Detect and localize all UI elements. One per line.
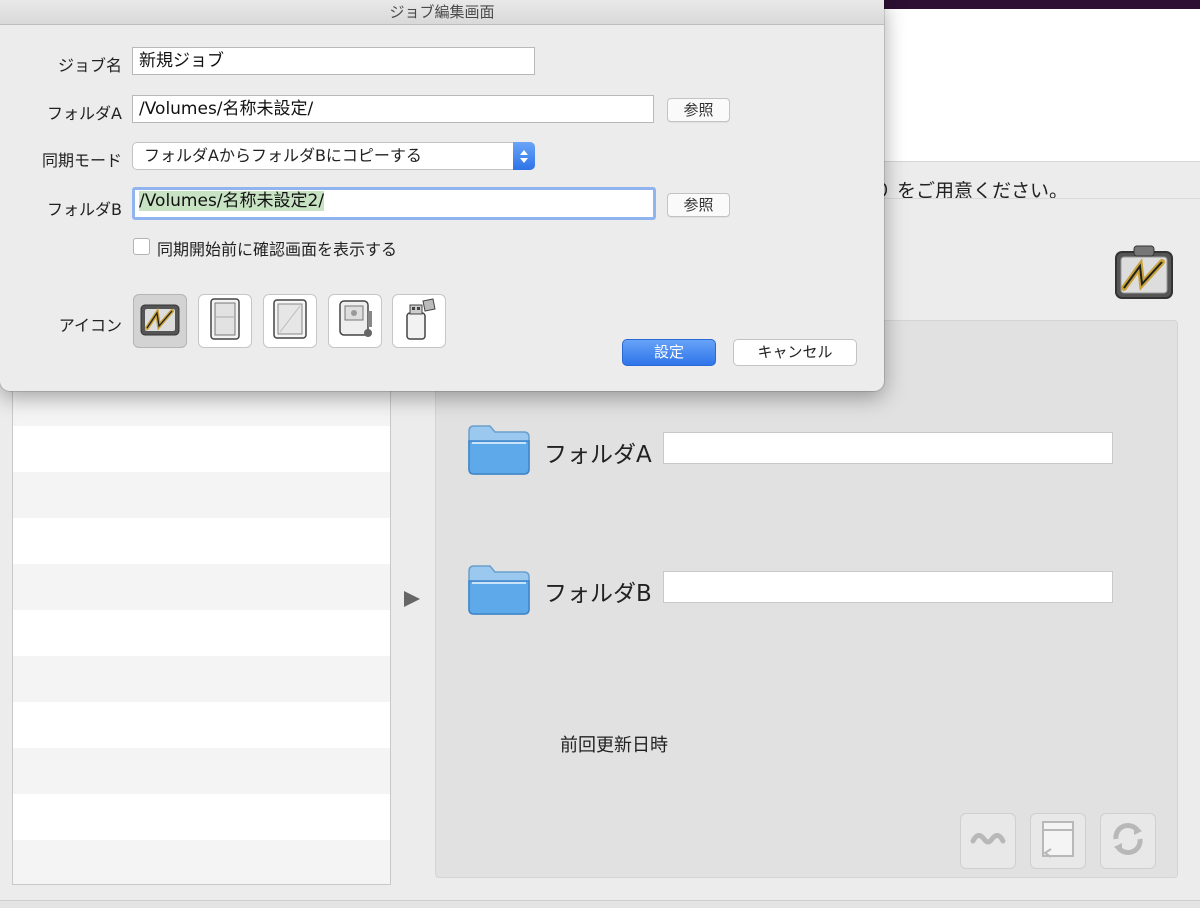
job-name-field[interactable]: 新規ジョブ <box>132 47 535 75</box>
confirm-checkbox[interactable] <box>133 238 150 255</box>
external-drive-icon <box>207 297 243 345</box>
log-tool-button[interactable] <box>1030 813 1086 869</box>
folder-a-label: フォルダA <box>544 442 652 468</box>
sync-icon <box>1108 819 1148 863</box>
folder-b-field[interactable]: /Volumes/名称未設定2/ <box>132 187 656 220</box>
chevron-updown-icon <box>513 142 535 170</box>
list-item[interactable] <box>13 472 390 518</box>
icon-option-sync-app[interactable] <box>133 294 187 348</box>
dialog-title: ジョブ編集画面 <box>0 0 884 25</box>
instruction-text: り をご用意ください。 <box>872 180 1069 202</box>
list-item[interactable] <box>13 840 390 884</box>
folder-a-field[interactable] <box>663 432 1113 464</box>
job-list[interactable] <box>12 380 391 885</box>
list-item[interactable] <box>13 702 390 748</box>
list-item[interactable] <box>13 748 390 794</box>
list-item[interactable] <box>13 518 390 564</box>
link-tool-button[interactable] <box>960 813 1016 869</box>
server-drive-icon <box>335 297 375 345</box>
list-item[interactable] <box>13 794 390 840</box>
divider <box>884 198 1200 199</box>
hard-disk-icon <box>270 297 310 345</box>
list-item[interactable] <box>13 656 390 702</box>
sync-mode-label: 同期モード <box>41 151 122 170</box>
set-button[interactable]: 設定 <box>622 339 716 366</box>
confirm-checkbox-label[interactable]: 同期開始前に確認画面を表示する <box>157 236 397 260</box>
folder-b-field[interactable] <box>663 571 1113 603</box>
icon-option-server-drive[interactable] <box>328 294 382 348</box>
icon-option-usb-drive[interactable] <box>392 294 446 348</box>
folder-a-label: フォルダA <box>47 104 122 123</box>
folder-icon <box>466 421 532 477</box>
folder-b-label: フォルダB <box>544 581 652 607</box>
sync-mode-select[interactable]: フォルダAからフォルダBにコピーする <box>132 142 535 170</box>
folder-a-field[interactable]: /Volumes/名称未設定/ <box>132 95 654 123</box>
folder-icon <box>466 561 532 617</box>
browse-folder-a-button[interactable]: 参照 <box>667 98 730 122</box>
list-item[interactable] <box>13 610 390 656</box>
last-update-label: 前回更新日時 <box>560 735 668 756</box>
link-icon <box>970 827 1006 855</box>
folder-b-label: フォルダB <box>47 200 122 219</box>
list-item[interactable] <box>13 426 390 472</box>
icon-label: アイコン <box>58 316 122 335</box>
list-item[interactable] <box>13 564 390 610</box>
sync-tool-button[interactable] <box>1100 813 1156 869</box>
icon-option-external-drive[interactable] <box>198 294 252 348</box>
icon-option-hard-disk[interactable] <box>263 294 317 348</box>
title-bar-strip <box>884 0 1200 9</box>
job-name-label: ジョブ名 <box>57 56 122 75</box>
header-area <box>884 9 1200 161</box>
sync-mode-value: フォルダAからフォルダBにコピーする <box>144 146 422 165</box>
usb-drive-icon <box>399 297 439 345</box>
browse-folder-b-button[interactable]: 参照 <box>667 193 730 217</box>
divider <box>884 161 1200 162</box>
app-logo-icon <box>1112 244 1176 302</box>
document-icon <box>1039 819 1077 863</box>
cancel-button[interactable]: キャンセル <box>733 339 857 366</box>
folder-b-selected-text: /Volumes/名称未設定2/ <box>139 191 325 211</box>
sync-app-icon <box>138 299 182 343</box>
job-edit-dialog: ジョブ編集画面 ジョブ名 新規ジョブ フォルダA /Volumes/名称未設定/… <box>0 0 884 391</box>
disclosure-triangle-icon[interactable] <box>404 591 420 607</box>
